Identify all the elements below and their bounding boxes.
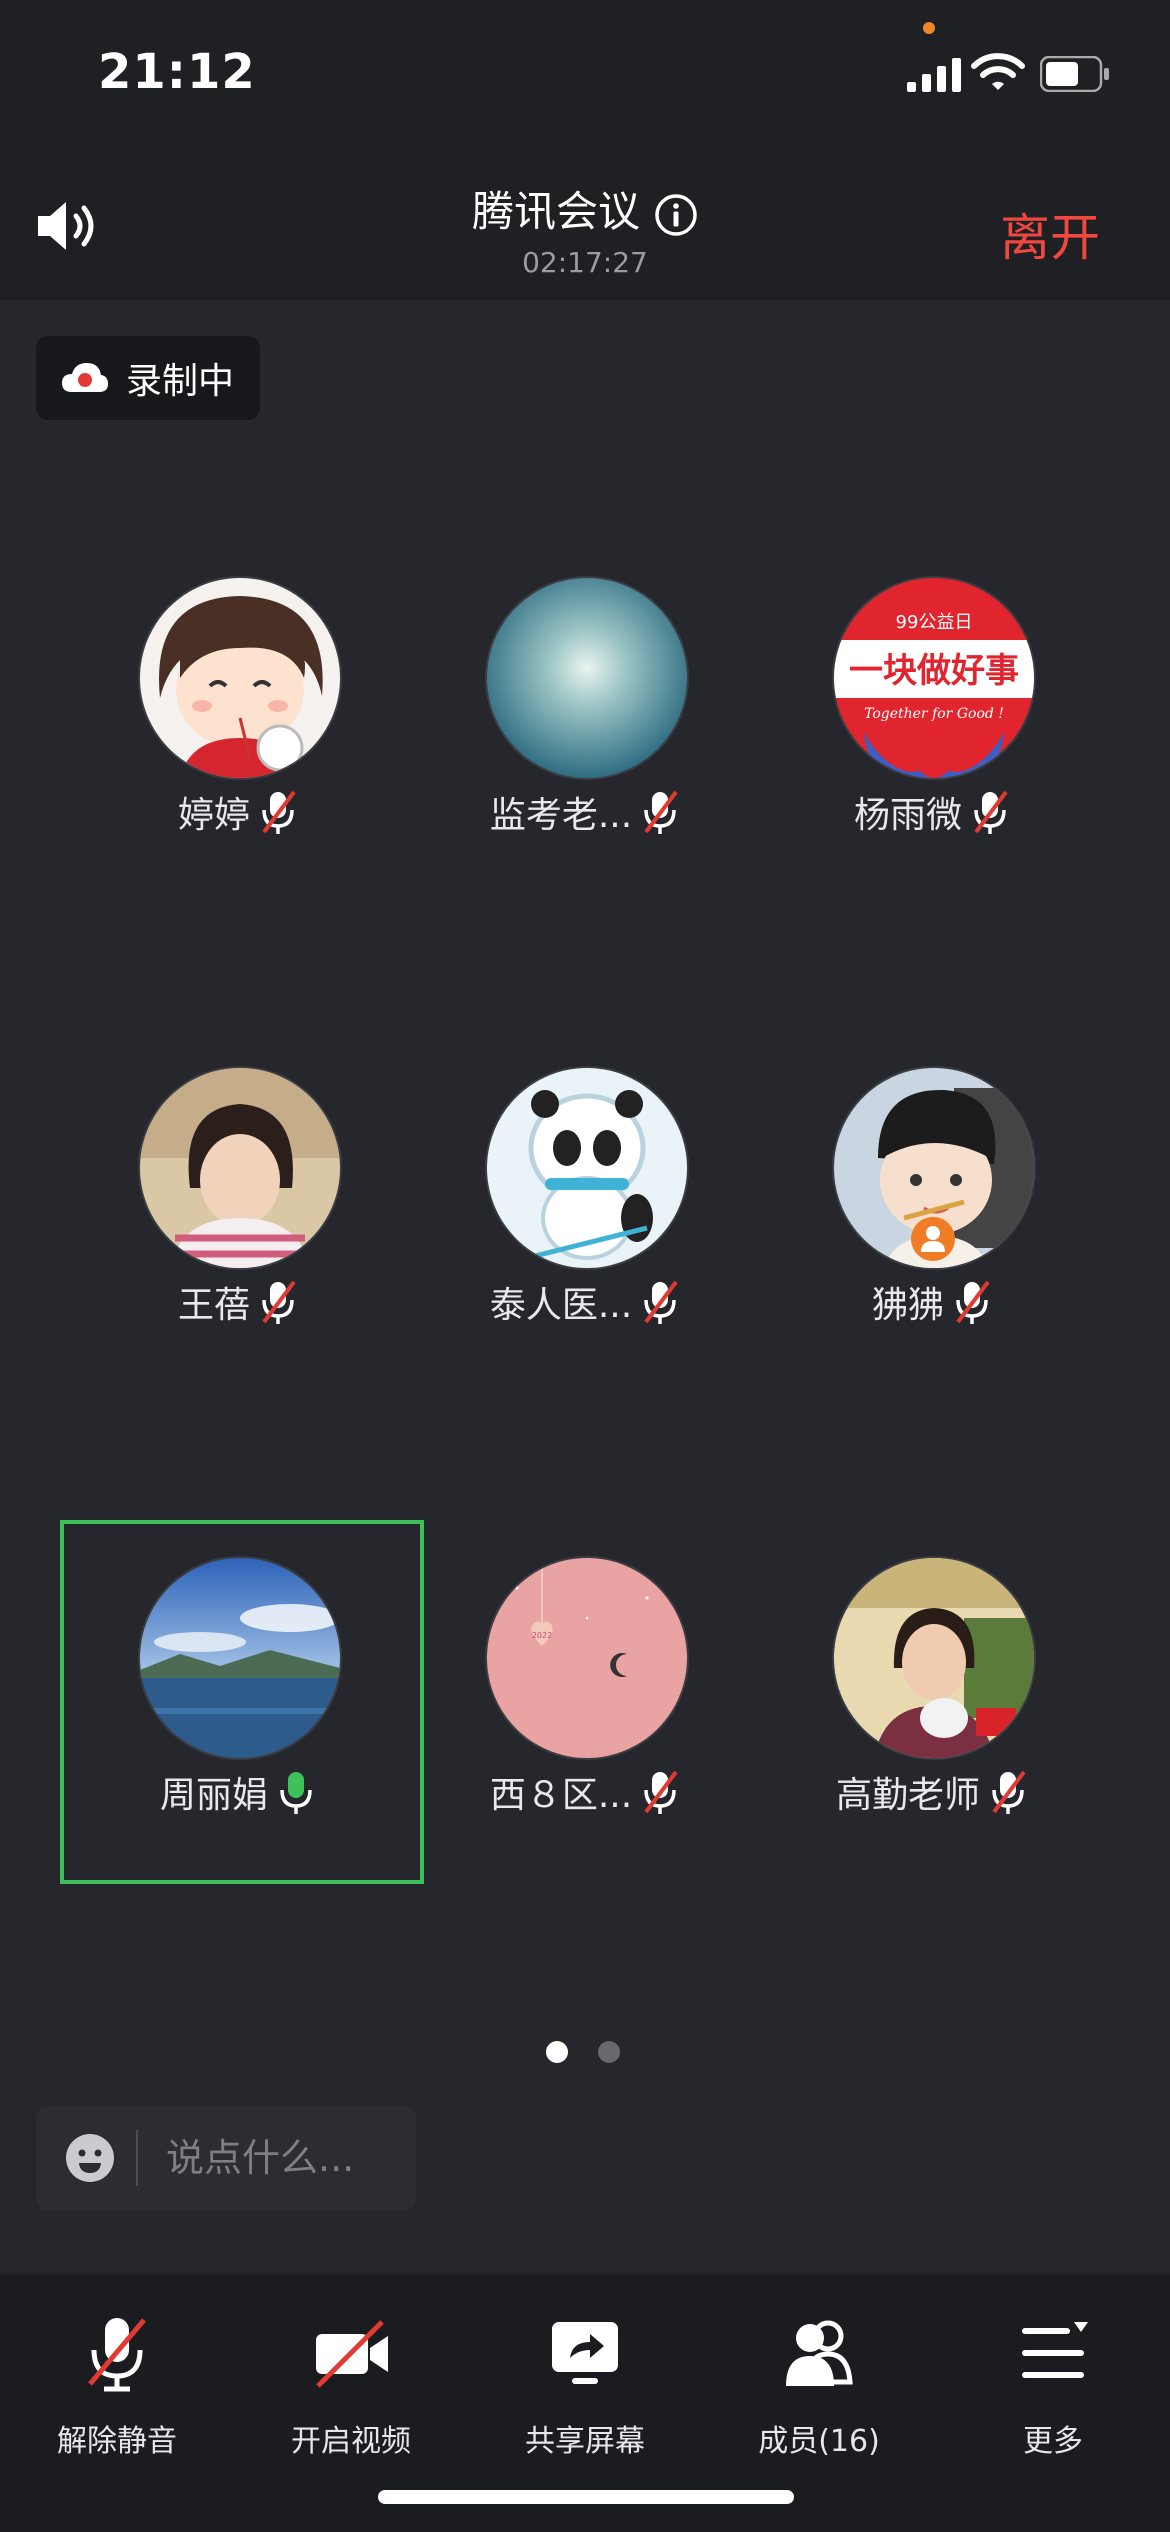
avatar <box>832 1066 1036 1270</box>
share-screen-button[interactable]: 共享屏幕 <box>468 2314 702 2460</box>
wifi-icon <box>971 53 1025 90</box>
participant-tile[interactable]: 2022 西８区... <box>405 1556 765 1916</box>
members-icon <box>786 2320 853 2386</box>
page-dot-2[interactable] <box>598 2041 620 2063</box>
mic-in-use-indicator <box>923 22 935 34</box>
avatar-banner-main: 一块做好事 <box>849 651 1019 691</box>
avatar <box>138 1066 342 1270</box>
mic-muted-icon <box>956 1280 990 1324</box>
cellular-signal-icon <box>907 58 961 92</box>
mic-muted-icon <box>974 790 1008 834</box>
emoji-icon[interactable] <box>64 2132 116 2184</box>
start-video-label: 开启视频 <box>291 2424 411 2459</box>
participant-tile[interactable]: 狒狒 <box>752 1066 1112 1426</box>
mic-muted-icon <box>644 1770 678 1814</box>
mic-muted-icon <box>644 790 678 834</box>
participant-tile[interactable]: 高勤老师 <box>752 1556 1112 1916</box>
participant-name-row: 王蓓 <box>58 1276 418 1328</box>
avatar <box>832 1556 1036 1760</box>
participant-name-row: 婷婷 <box>58 786 418 838</box>
participant-name: 王蓓 <box>177 1285 250 1326</box>
avatar-date-tag: 2022 <box>532 1631 552 1640</box>
start-video-button[interactable]: 开启视频 <box>234 2314 468 2460</box>
avatar-banner-top: 99公益日 <box>896 612 973 633</box>
avatar: 99公益日 一块做好事 Together for Good ! <box>832 576 1036 780</box>
avatar <box>138 1556 342 1760</box>
status-time: 21:12 <box>98 44 256 100</box>
meeting-timer: 02:17:27 <box>522 246 648 279</box>
members-label: 成员(16) <box>758 2424 880 2459</box>
participant-tile[interactable]: 99公益日 一块做好事 Together for Good ! 杨雨微 <box>752 576 1112 936</box>
recording-label: 录制中 <box>126 361 235 402</box>
participant-name-row: 杨雨微 <box>752 786 1112 838</box>
participant-name: 婷婷 <box>177 795 250 836</box>
meeting-title[interactable]: 腾讯会议 <box>0 178 1170 239</box>
participant-tile[interactable]: 周丽娟 <box>58 1556 418 1916</box>
members-button[interactable]: 成员(16) <box>702 2314 936 2460</box>
mic-active-icon <box>280 1772 312 1814</box>
recording-badge[interactable]: 录制中 <box>36 336 260 420</box>
page-dot-1[interactable] <box>546 2041 568 2063</box>
battery-icon <box>1040 56 1109 92</box>
page-indicator[interactable] <box>546 2041 620 2063</box>
leave-button[interactable]: 离开 <box>1000 198 1100 270</box>
participant-tile[interactable]: 婷婷 <box>58 576 418 936</box>
avatar-banner-sub: Together for Good ! <box>864 706 1004 722</box>
unmute-label: 解除静音 <box>57 2424 177 2459</box>
participant-name-row: 周丽娟 <box>58 1766 418 1818</box>
home-indicator[interactable] <box>378 2490 794 2504</box>
participant-name: 周丽娟 <box>159 1775 268 1816</box>
participant-tile[interactable]: 王蓓 <box>58 1066 418 1426</box>
host-badge-icon <box>911 1217 955 1261</box>
more-button[interactable]: 更多 <box>936 2314 1170 2460</box>
participant-name: 杨雨微 <box>853 795 962 836</box>
mic-muted-icon <box>262 790 296 834</box>
participant-name: 泰人医... <box>489 1285 633 1326</box>
participant-name: 狒狒 <box>871 1285 944 1326</box>
mic-muted-icon <box>644 1280 678 1324</box>
avatar <box>485 1066 689 1270</box>
chat-divider <box>136 2130 138 2186</box>
participant-tile[interactable]: 监考老... <box>405 576 765 936</box>
share-screen-icon <box>552 2322 618 2384</box>
participant-name-row: 监考老... <box>405 786 765 838</box>
mic-muted-icon <box>992 1770 1026 1814</box>
video-off-icon <box>316 2320 388 2388</box>
chat-bar[interactable] <box>36 2106 416 2210</box>
participant-name-row: 狒狒 <box>752 1276 1112 1328</box>
participant-name: 西８区... <box>489 1775 633 1816</box>
participant-name: 高勤老师 <box>835 1775 980 1816</box>
share-screen-label: 共享屏幕 <box>525 2424 645 2459</box>
chat-input[interactable] <box>164 2135 408 2181</box>
participant-name: 监考老... <box>489 795 633 836</box>
menu-icon <box>1022 2322 1088 2378</box>
participant-name-row: 泰人医... <box>405 1276 765 1328</box>
more-label: 更多 <box>1023 2424 1083 2459</box>
info-icon[interactable] <box>654 193 698 237</box>
cloud-recording-icon <box>62 363 108 392</box>
participant-name-row: 西８区... <box>405 1766 765 1818</box>
mic-muted-icon <box>262 1280 296 1324</box>
unmute-button[interactable]: 解除静音 <box>0 2314 234 2460</box>
avatar <box>138 576 342 780</box>
participant-name-row: 高勤老师 <box>752 1766 1112 1818</box>
participant-tile[interactable]: 泰人医... <box>405 1066 765 1426</box>
meeting-title-text: 腾讯会议 <box>471 187 640 236</box>
mic-muted-icon <box>88 2318 146 2392</box>
avatar: 2022 <box>485 1556 689 1760</box>
avatar <box>485 576 689 780</box>
